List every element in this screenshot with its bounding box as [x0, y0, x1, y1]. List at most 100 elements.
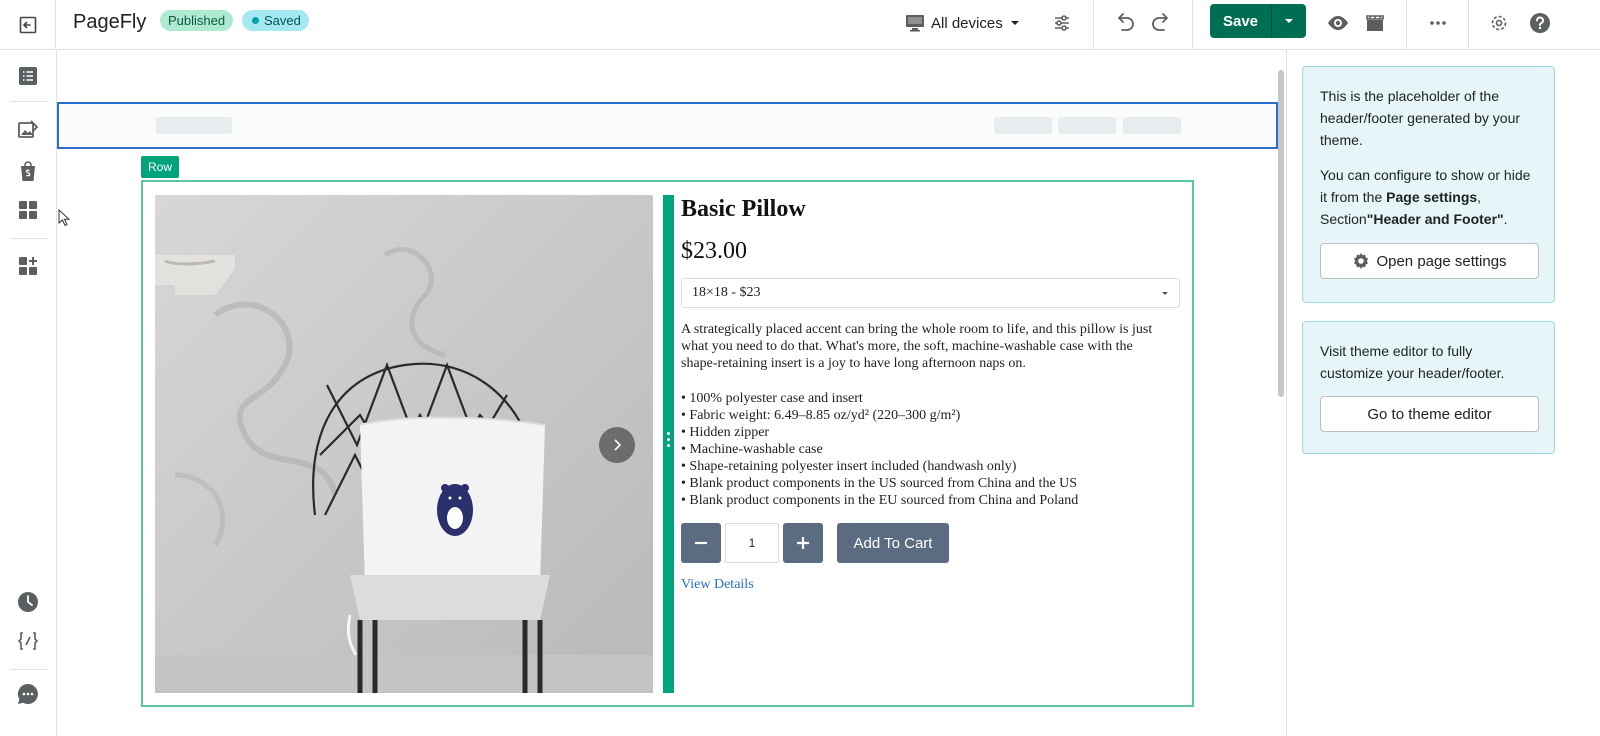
toolbar-divider [1093, 0, 1094, 50]
clapperboard-icon [1366, 15, 1384, 31]
gear-icon [1491, 15, 1507, 31]
product-image[interactable] [155, 195, 653, 693]
list-item: • Shape-retaining polyester insert inclu… [681, 459, 1017, 474]
list-item: • Blank product components in the EU sou… [681, 493, 1079, 508]
row-element[interactable]: Basic Pillow $23.00 18×18 - $23 A strate… [141, 180, 1194, 707]
product-features-list: • 100% polyester case and insert • Fabri… [681, 390, 1171, 509]
device-selector[interactable]: All devices [905, 11, 1021, 35]
editor-canvas[interactable]: Row Basic Pillow $23.00 18×18 - $23 A st… [57, 50, 1286, 736]
quantity-decrease-button[interactable] [681, 523, 721, 563]
right-panel: This is the placeholder of the header/fo… [1286, 50, 1600, 736]
quantity-increase-button[interactable] [783, 523, 823, 563]
page-settings-button[interactable] [1484, 8, 1514, 38]
view-details-link[interactable]: View Details [681, 577, 754, 593]
header-nav-skeleton [1123, 117, 1181, 134]
eye-icon [1328, 16, 1348, 30]
undo-button[interactable] [1110, 8, 1140, 38]
code-icon [17, 632, 39, 650]
page-outline-button[interactable] [14, 62, 42, 90]
shopify-button[interactable] [14, 157, 42, 185]
header-logo-skeleton [156, 117, 232, 134]
sections-button[interactable] [14, 196, 42, 224]
toolbar-divider [1468, 0, 1469, 50]
top-bar: PageFly Published Saved All devices Save [0, 0, 1600, 50]
list-item: • Machine-washable case [681, 442, 823, 457]
open-page-settings-label: Open page settings [1376, 252, 1507, 270]
list-item: • 100% polyester case and insert [681, 391, 863, 406]
quantity-input[interactable]: 1 [725, 523, 779, 563]
sidebar-divider [10, 669, 47, 670]
theme-editor-info-card: Visit theme editor to fully customize yo… [1302, 321, 1555, 454]
open-page-settings-button[interactable]: Open page settings [1320, 243, 1539, 279]
help-button[interactable] [1525, 8, 1555, 38]
add-elements-button[interactable] [14, 252, 42, 280]
device-label: All devices [931, 14, 1003, 32]
info-text-settings: You can configure to show or hide it fro… [1320, 167, 1531, 227]
column-drag-handle[interactable] [665, 432, 671, 447]
variant-select[interactable]: 18×18 - $23 [681, 278, 1180, 308]
product-title: Basic Pillow [681, 196, 806, 222]
preview-button[interactable] [1323, 8, 1353, 38]
left-sidebar [0, 50, 57, 736]
sidebar-divider [10, 101, 47, 102]
add-grid-icon [19, 257, 37, 275]
sliders-icon [1055, 15, 1069, 31]
redo-button[interactable] [1146, 8, 1176, 38]
saved-dot-icon [252, 17, 259, 24]
list-icon [19, 67, 37, 85]
save-button[interactable]: Save [1210, 4, 1271, 38]
media-button[interactable] [1360, 8, 1390, 38]
custom-code-button[interactable] [14, 627, 42, 655]
exit-icon [19, 16, 36, 34]
save-button-group: Save [1210, 4, 1306, 38]
redo-icon [1152, 13, 1168, 31]
canvas-scrollbar[interactable] [1278, 70, 1284, 397]
page-settings-ref: Page settings [1386, 189, 1478, 205]
exit-button[interactable] [0, 0, 56, 50]
clock-icon [18, 592, 38, 612]
slider-next-button[interactable] [599, 427, 635, 463]
more-horizontal-icon [1430, 21, 1446, 25]
caret-down-icon [1285, 19, 1293, 23]
settings-sliders-button[interactable] [1047, 8, 1077, 38]
minus-icon [695, 541, 707, 545]
list-item: • Hidden zipper [681, 425, 770, 440]
saved-badge: Saved [242, 10, 309, 31]
header-placeholder[interactable] [57, 102, 1278, 149]
header-footer-info-card: This is the placeholder of the header/fo… [1302, 66, 1555, 303]
mouse-cursor-icon [58, 209, 70, 227]
caret-down-icon [1162, 292, 1168, 295]
pillow-chair-photo [155, 195, 653, 693]
undo-icon [1118, 13, 1134, 31]
chat-icon [17, 683, 38, 704]
sidebar-divider [10, 238, 47, 239]
plus-icon [797, 537, 809, 549]
variant-value: 18×18 - $23 [692, 285, 761, 300]
more-options-button[interactable] [1423, 8, 1453, 38]
header-nav-skeleton [1058, 117, 1116, 134]
header-footer-ref: "Header and Footer" [1366, 211, 1504, 227]
version-history-button[interactable] [14, 588, 42, 616]
chat-support-button[interactable] [14, 680, 42, 708]
add-to-cart-button[interactable]: Add To Cart [837, 523, 949, 563]
chevron-down-icon [1010, 21, 1019, 25]
published-badge: Published [160, 10, 234, 31]
product-description: A strategically placed accent can bring … [681, 322, 1153, 371]
go-to-theme-editor-button[interactable]: Go to theme editor [1320, 396, 1539, 432]
image-edit-icon [18, 120, 39, 138]
gear-icon [1354, 253, 1369, 269]
desktop-icon [906, 15, 924, 32]
list-item: • Blank product components in the US sou… [681, 476, 1078, 491]
save-options-button[interactable] [1271, 4, 1306, 38]
toolbar-divider [1406, 0, 1407, 50]
media-library-button[interactable] [14, 116, 42, 144]
list-item: • Fabric weight: 6.49–8.85 oz/yd² (220–3… [681, 408, 961, 423]
toolbar-divider [1192, 0, 1193, 50]
saved-badge-label: Saved [264, 13, 301, 28]
product-price: $23.00 [681, 238, 747, 264]
app-title: PageFly [73, 11, 147, 33]
info-text: This is the placeholder of the header/fo… [1320, 88, 1521, 148]
info-text: Visit theme editor to fully customize yo… [1320, 343, 1505, 381]
help-icon [1530, 13, 1550, 33]
row-label-tag[interactable]: Row [141, 156, 180, 178]
